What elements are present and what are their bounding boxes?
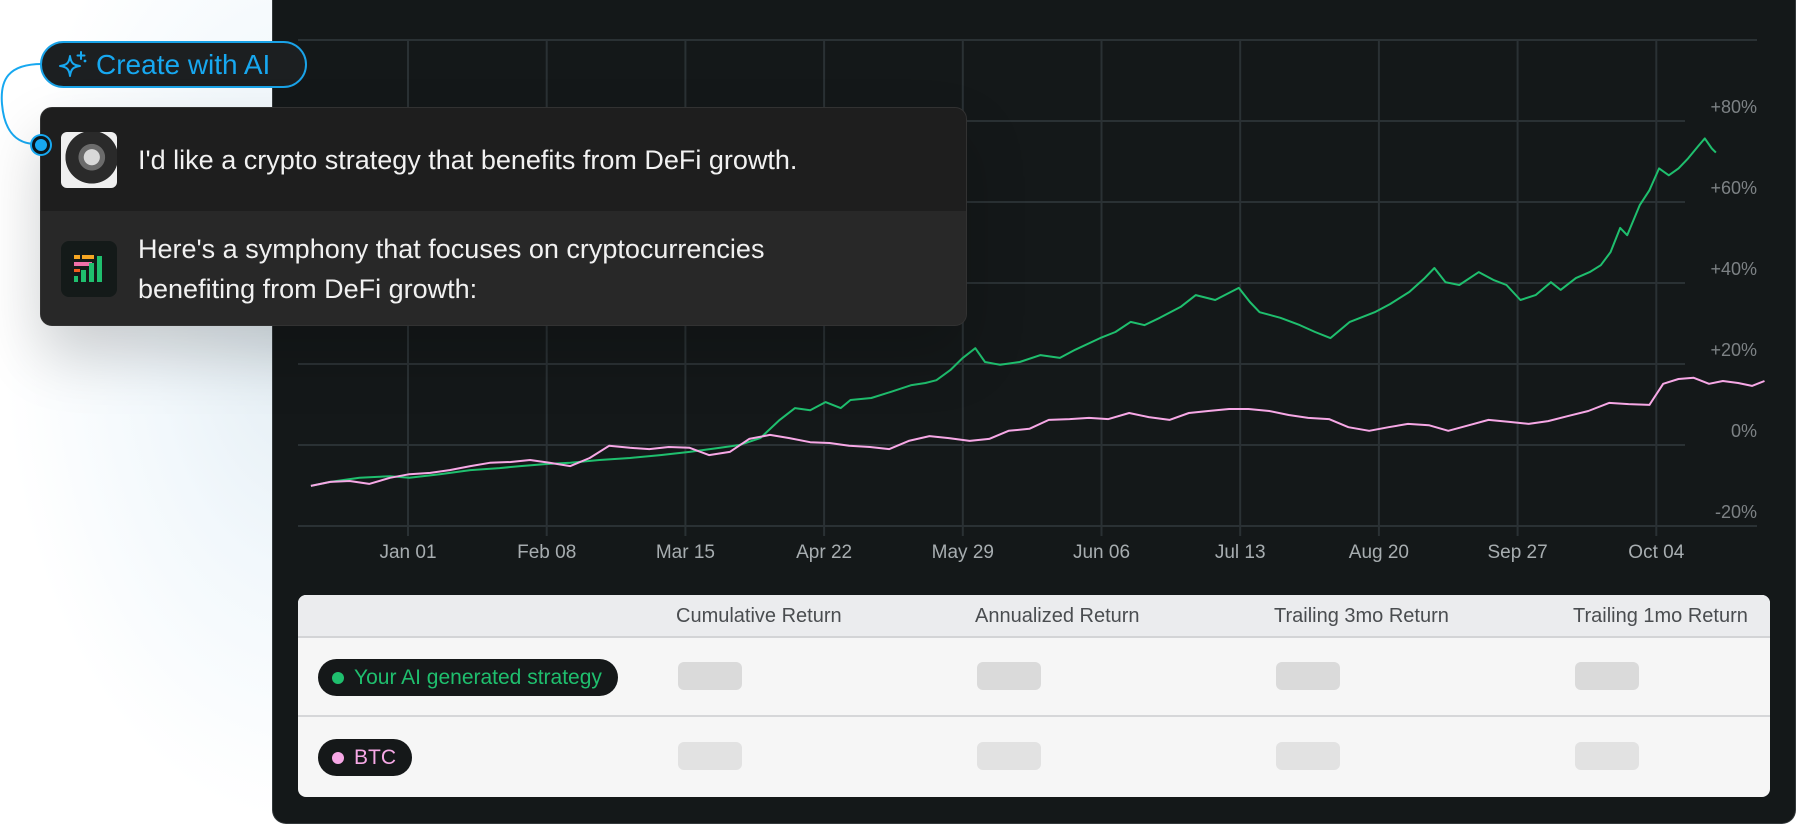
y-tick-label: +60% xyxy=(1710,178,1757,198)
x-tick-label: Aug 20 xyxy=(1349,542,1409,563)
returns-table: Cumulative Return Annualized Return Trai… xyxy=(298,595,1770,797)
annualized-return-placeholder xyxy=(977,742,1041,770)
x-axis-labels: Jan 01 Feb 08 Mar 15 Apr 22 May 29 Jun 06 Jul … xyxy=(379,542,1684,563)
trailing-3mo-placeholder xyxy=(1276,662,1340,690)
x-tick-label: Mar 15 xyxy=(656,542,715,563)
symphony-bars-icon xyxy=(61,241,117,297)
column-header-cumulative[interactable]: Cumulative Return xyxy=(676,605,842,628)
column-header-annualized[interactable]: Annualized Return xyxy=(975,605,1140,628)
x-tick-label: Feb 08 xyxy=(517,542,576,563)
y-tick-label: 0% xyxy=(1731,421,1757,441)
x-tick-label: Sep 27 xyxy=(1487,542,1547,563)
x-tick-label: Apr 22 xyxy=(796,542,852,563)
legend-dot-strategy xyxy=(332,671,344,684)
table-header: Cumulative Return Annualized Return Trai… xyxy=(298,595,1770,638)
column-header-trailing-3mo[interactable]: Trailing 3mo Return xyxy=(1274,605,1449,628)
x-tick-label: Oct 04 xyxy=(1628,542,1684,563)
chat-message-assistant: Here's a symphony that focuses on crypto… xyxy=(41,211,966,325)
table-row: BTC xyxy=(298,718,1770,797)
chat-message-user: I'd like a crypto strategy that benefits… xyxy=(41,108,966,211)
x-tick-label: Jun 06 xyxy=(1073,542,1130,563)
trailing-1mo-placeholder xyxy=(1575,662,1639,690)
trailing-3mo-placeholder xyxy=(1276,742,1340,770)
trailing-1mo-placeholder xyxy=(1575,742,1639,770)
y-tick-label: +40% xyxy=(1710,259,1757,279)
y-axis-labels: +80% +60% +40% +20% 0% -20% xyxy=(1710,97,1757,522)
series-pill-strategy[interactable]: Your AI generated strategy xyxy=(318,659,618,696)
legend-dot-btc xyxy=(332,751,344,764)
series-line-btc xyxy=(310,376,1765,487)
x-tick-label: May 29 xyxy=(932,542,994,563)
assistant-message-line-1: Here's a symphony that focuses on crypto… xyxy=(138,234,765,264)
series-pill-btc[interactable]: BTC xyxy=(318,739,412,776)
series-label-strategy: Your AI generated strategy xyxy=(354,665,602,689)
annualized-return-placeholder xyxy=(977,662,1041,690)
series-label-btc: BTC xyxy=(354,745,396,769)
assistant-message-line-2: benefiting from DeFi growth: xyxy=(138,274,478,304)
x-tick-label: Jul 13 xyxy=(1215,542,1266,563)
x-tick-label: Jan 01 xyxy=(379,542,436,563)
connector-dot xyxy=(32,136,50,154)
cumulative-return-placeholder xyxy=(678,742,742,770)
user-avatar xyxy=(61,131,117,188)
y-tick-label: -20% xyxy=(1715,502,1757,522)
create-with-ai-label: Create with AI xyxy=(96,48,271,80)
y-tick-label: +20% xyxy=(1710,340,1757,360)
chat-box: I'd like a crypto strategy that benefits… xyxy=(40,107,967,326)
y-tick-label: +80% xyxy=(1710,97,1757,117)
table-row: Your AI generated strategy xyxy=(298,638,1770,717)
sparkle-icon xyxy=(59,50,87,77)
assistant-message-text: Here's a symphony that focuses on crypto… xyxy=(138,229,764,309)
cumulative-return-placeholder xyxy=(678,662,742,690)
create-with-ai-button[interactable]: Create with AI xyxy=(40,41,307,88)
user-message-text: I'd like a crypto strategy that benefits… xyxy=(138,144,798,175)
column-header-trailing-1mo[interactable]: Trailing 1mo Return xyxy=(1573,605,1748,628)
